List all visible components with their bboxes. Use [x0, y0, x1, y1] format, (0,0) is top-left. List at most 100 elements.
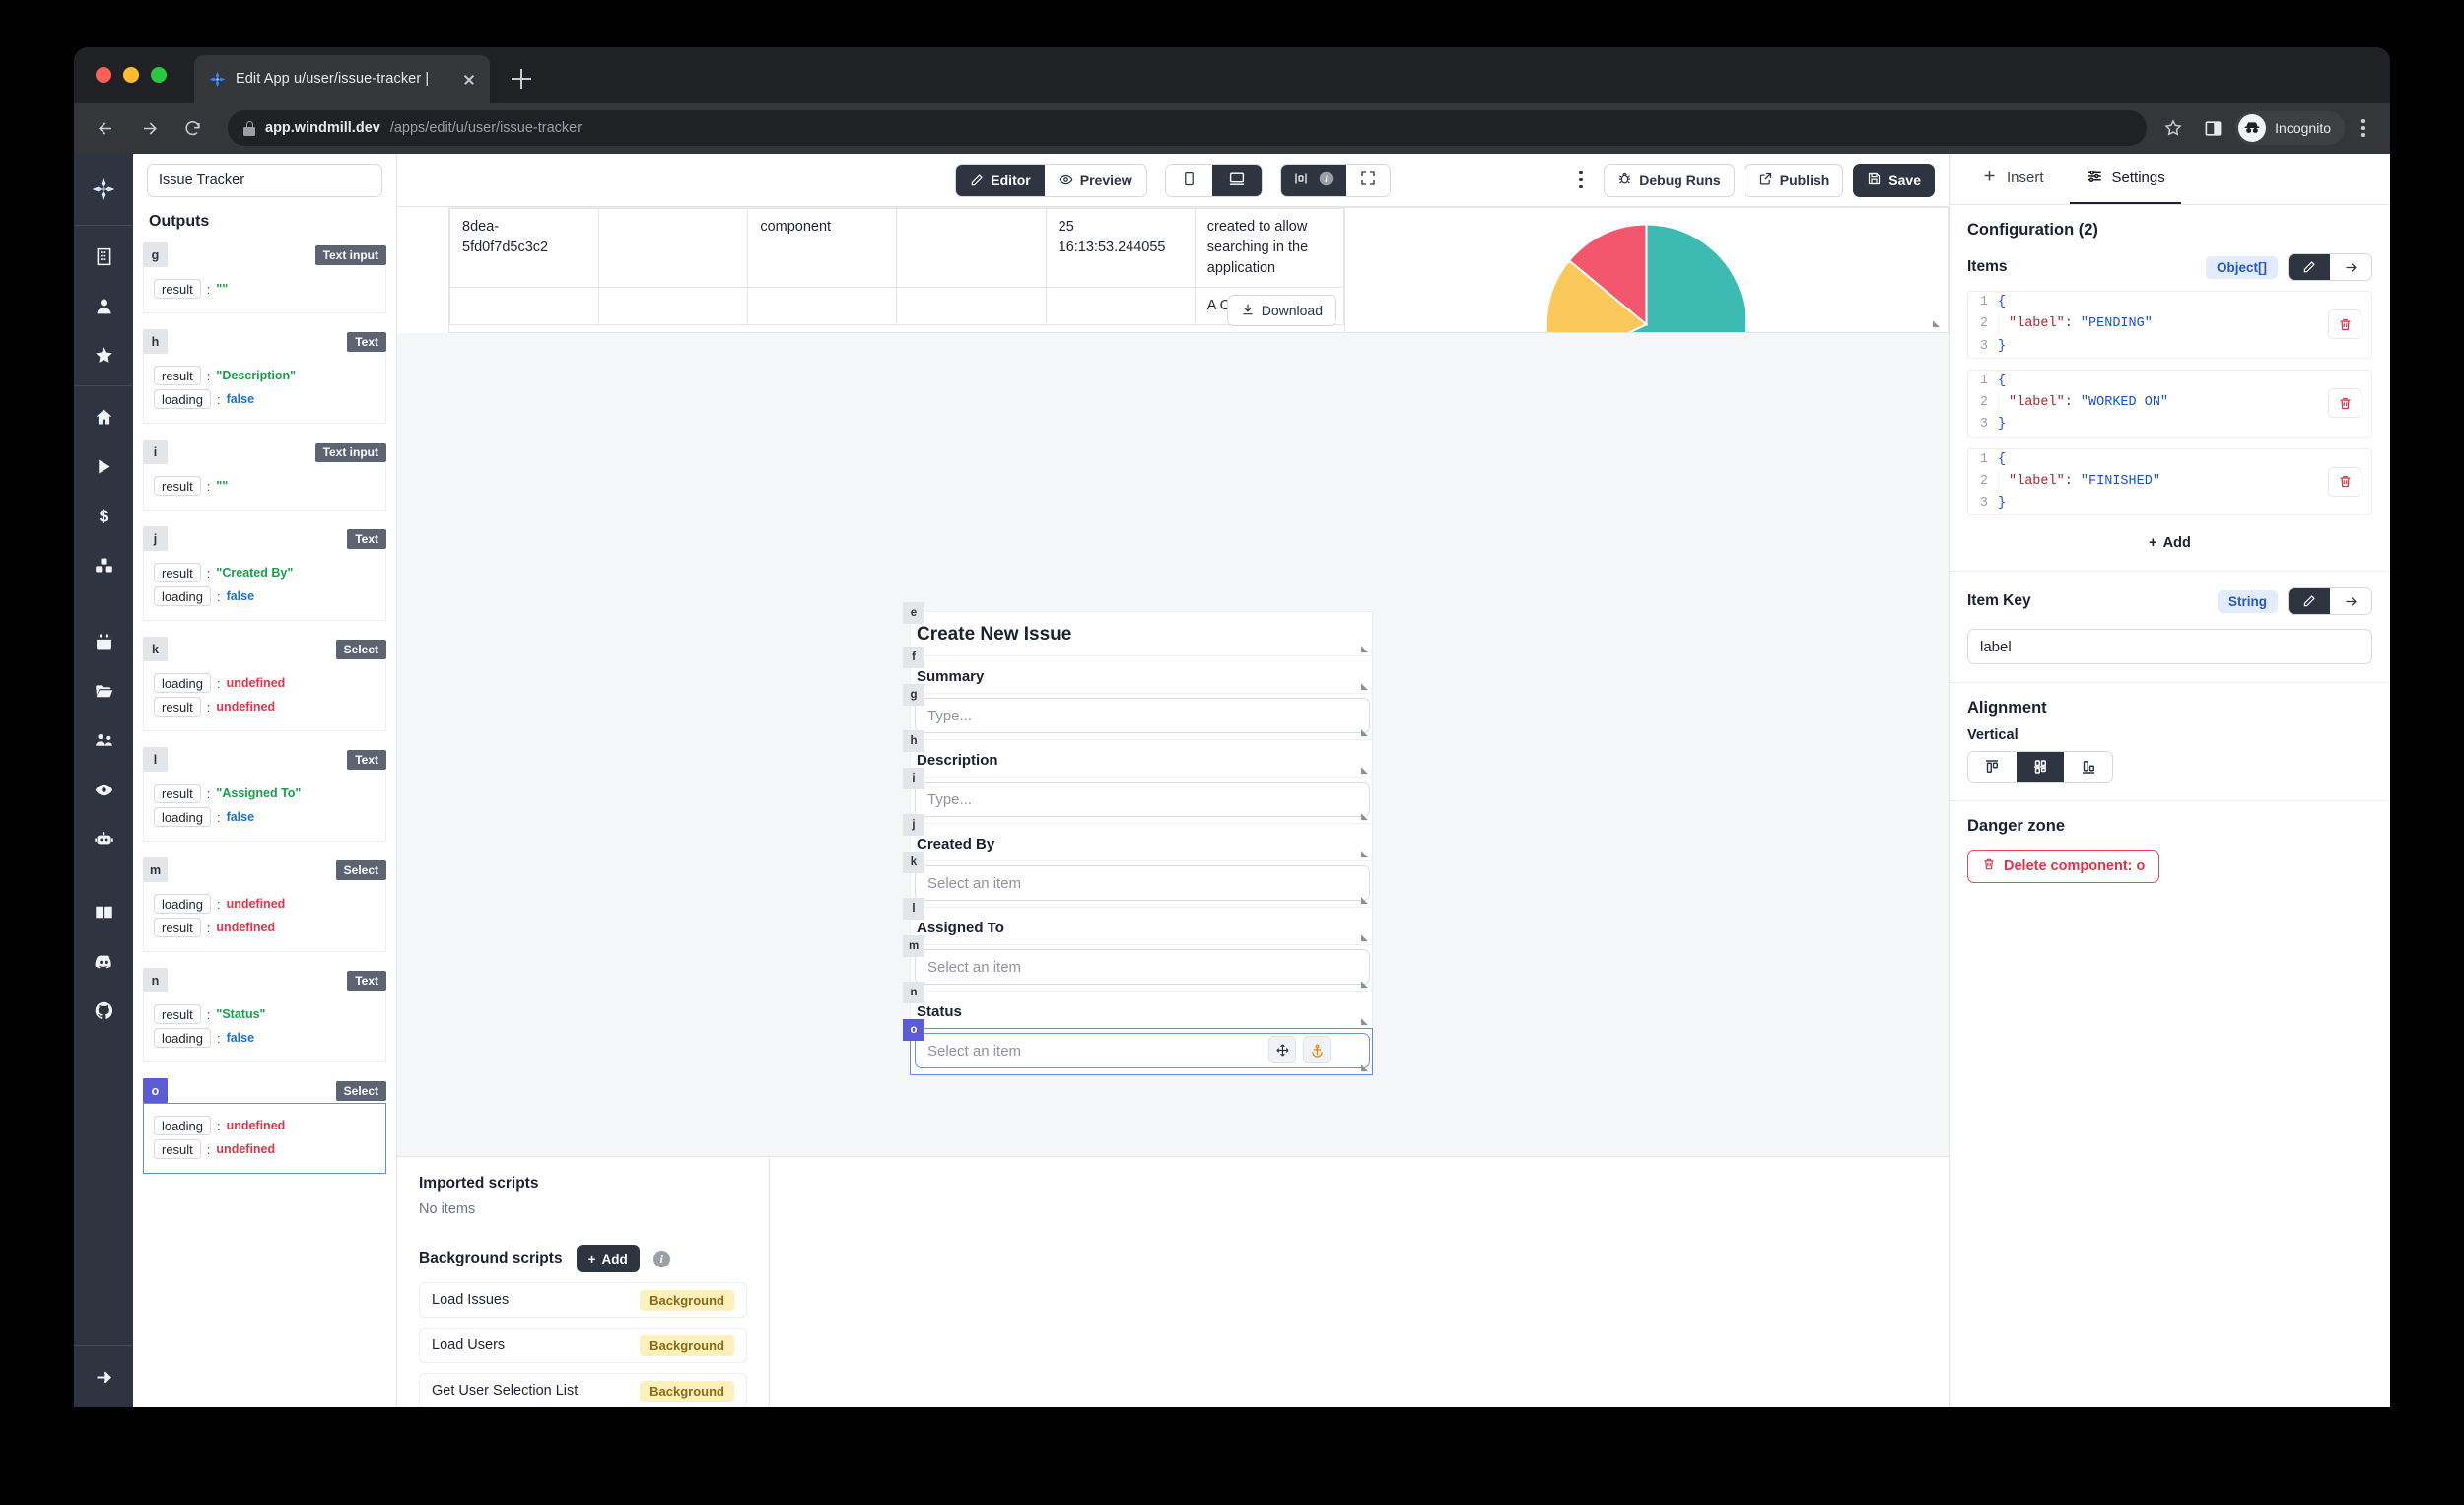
close-window-button[interactable] [96, 67, 111, 83]
bookmark-star-icon[interactable] [2156, 111, 2190, 145]
align-bottom-icon[interactable] [2064, 752, 2112, 782]
output-card[interactable]: hTextresult:"Description"loading:false [143, 329, 386, 424]
robot-icon[interactable] [91, 826, 116, 852]
delete-item-button[interactable] [2328, 309, 2361, 339]
script-item[interactable]: Get User Selection ListBackground [419, 1373, 747, 1407]
issues-table-component[interactable]: 8dea- 5fd0f7d5c3c2component25 16:13:53.2… [448, 207, 1345, 333]
form-row[interactable]: fSummary◣ [911, 656, 1372, 694]
component-id-tag[interactable]: j [903, 814, 924, 836]
output-id[interactable]: l [143, 747, 168, 772]
preview-mode-button[interactable]: Preview [1045, 165, 1146, 196]
browser-tab[interactable]: Edit App u/user/issue-tracker | [194, 55, 490, 103]
table-row[interactable]: 8dea- 5fd0f7d5c3c2component25 16:13:53.2… [450, 209, 1344, 288]
component-id-tag[interactable]: i [903, 768, 924, 789]
component-id-tag[interactable]: e [903, 602, 924, 624]
more-options-icon[interactable] [1568, 168, 1594, 193]
new-tab-button[interactable] [508, 65, 535, 93]
resize-handle-icon[interactable]: ◣ [1361, 682, 1370, 691]
book-icon[interactable] [91, 899, 116, 924]
delete-item-button[interactable] [2328, 388, 2361, 418]
resize-handle-icon[interactable]: ◣ [1933, 319, 1942, 328]
output-id[interactable]: h [143, 329, 168, 354]
mobile-view-button[interactable] [1166, 165, 1212, 196]
github-icon[interactable] [91, 997, 116, 1023]
add-item-button[interactable]: + Add [1967, 526, 2372, 553]
user-icon[interactable] [91, 293, 116, 318]
component-id-tag[interactable]: n [903, 982, 924, 1003]
field-wrapper[interactable] [911, 1029, 1372, 1074]
output-card[interactable]: jTextresult:"Created By"loading:false [143, 526, 386, 621]
field-wrapper[interactable] [911, 778, 1372, 823]
back-button[interactable] [88, 110, 123, 146]
output-card[interactable]: nTextresult:"Status"loading:false [143, 968, 386, 1062]
eye-icon[interactable] [91, 777, 116, 802]
component-id-tag[interactable]: g [903, 684, 924, 706]
form-row[interactable]: jCreated By◣ [911, 824, 1372, 861]
browser-menu-icon[interactable] [2351, 115, 2376, 141]
table-row[interactable]: A Cross Origin [450, 288, 1344, 325]
output-id[interactable]: j [143, 526, 168, 551]
form-row[interactable]: lAssigned To◣ [911, 908, 1372, 945]
tab-settings[interactable]: Settings [2070, 154, 2181, 204]
item-code-editor[interactable]: 1{2"label": "FINISHED"3} [1967, 448, 2372, 516]
item-key-type-chip[interactable]: String [2218, 590, 2278, 613]
fullscreen-button[interactable] [1346, 165, 1390, 196]
discord-icon[interactable] [91, 948, 116, 974]
component-id-tag[interactable]: f [903, 647, 924, 668]
reload-button[interactable] [174, 110, 210, 146]
save-button[interactable]: Save [1853, 164, 1935, 197]
text-input[interactable] [915, 782, 1370, 817]
form-row[interactable]: m◣ [911, 945, 1372, 992]
delete-component-button[interactable]: Delete component: o [1967, 850, 2159, 883]
item-code-editor[interactable]: 1{2"label": "WORKED ON"3} [1967, 370, 2372, 438]
resize-handle-icon[interactable]: ◣ [1361, 1063, 1370, 1072]
tab-insert[interactable]: Insert [1965, 154, 2060, 204]
calendar-icon[interactable] [91, 629, 116, 654]
resize-handle-icon[interactable]: ◣ [1361, 728, 1370, 737]
profile-incognito-button[interactable]: Incognito [2235, 111, 2345, 145]
field-wrapper[interactable] [911, 861, 1372, 907]
blocks-icon[interactable] [91, 552, 116, 578]
item-key-input[interactable] [1967, 629, 2372, 664]
form-row[interactable]: o◣ [911, 1029, 1372, 1075]
items-type-chip[interactable]: Object[] [2206, 256, 2278, 279]
align-top-icon[interactable] [1968, 752, 2017, 782]
outputs-list[interactable]: gText inputresult:""hTextresult:"Descrip… [133, 242, 396, 1407]
move-handle-icon[interactable] [1268, 1036, 1296, 1063]
output-card[interactable]: lTextresult:"Assigned To"loading:false [143, 747, 386, 842]
anchor-handle-icon[interactable] [1303, 1036, 1331, 1063]
resize-handle-icon[interactable]: ◣ [1361, 645, 1370, 653]
building-icon[interactable] [91, 243, 116, 269]
resize-handle-icon[interactable]: ◣ [1361, 933, 1370, 942]
folder-icon[interactable] [91, 678, 116, 704]
field-wrapper[interactable] [911, 945, 1372, 991]
connect-arrow-icon[interactable] [2330, 588, 2371, 614]
app-name-input[interactable] [147, 164, 382, 197]
component-id-tag[interactable]: l [903, 898, 924, 920]
add-background-script-button[interactable]: + Add [577, 1245, 640, 1272]
resize-handle-icon[interactable]: ◣ [1361, 980, 1370, 989]
select-field[interactable] [915, 865, 1370, 901]
form-row[interactable]: k◣ [911, 861, 1372, 908]
pencil-icon[interactable] [2289, 588, 2330, 614]
dollar-icon[interactable]: $ [91, 503, 116, 528]
info-icon[interactable]: i [653, 1251, 670, 1267]
resize-handle-icon[interactable]: ◣ [1361, 850, 1370, 858]
close-tab-button[interactable] [458, 68, 480, 90]
download-button[interactable]: Download [1227, 295, 1336, 326]
resize-handle-icon[interactable]: ◣ [1361, 812, 1370, 821]
output-id[interactable]: i [143, 440, 168, 464]
component-id-tag[interactable]: o [903, 1019, 924, 1041]
status-pie-chart-component[interactable]: ◣ [1345, 207, 1949, 333]
output-id[interactable]: m [143, 857, 168, 882]
form-row[interactable]: eCreate New Issue◣ [911, 612, 1372, 656]
output-id[interactable]: g [143, 242, 168, 267]
field-wrapper[interactable] [911, 694, 1372, 739]
forward-button[interactable] [131, 110, 167, 146]
output-card[interactable]: kSelectloading:undefinedresult:undefined [143, 637, 386, 731]
align-middle-icon[interactable] [2017, 752, 2065, 782]
home-icon[interactable] [91, 404, 116, 430]
script-item[interactable]: Load IssuesBackground [419, 1282, 747, 1318]
output-card[interactable]: oSelectloading:undefinedresult:undefined [143, 1078, 386, 1174]
select-field[interactable] [915, 949, 1370, 985]
